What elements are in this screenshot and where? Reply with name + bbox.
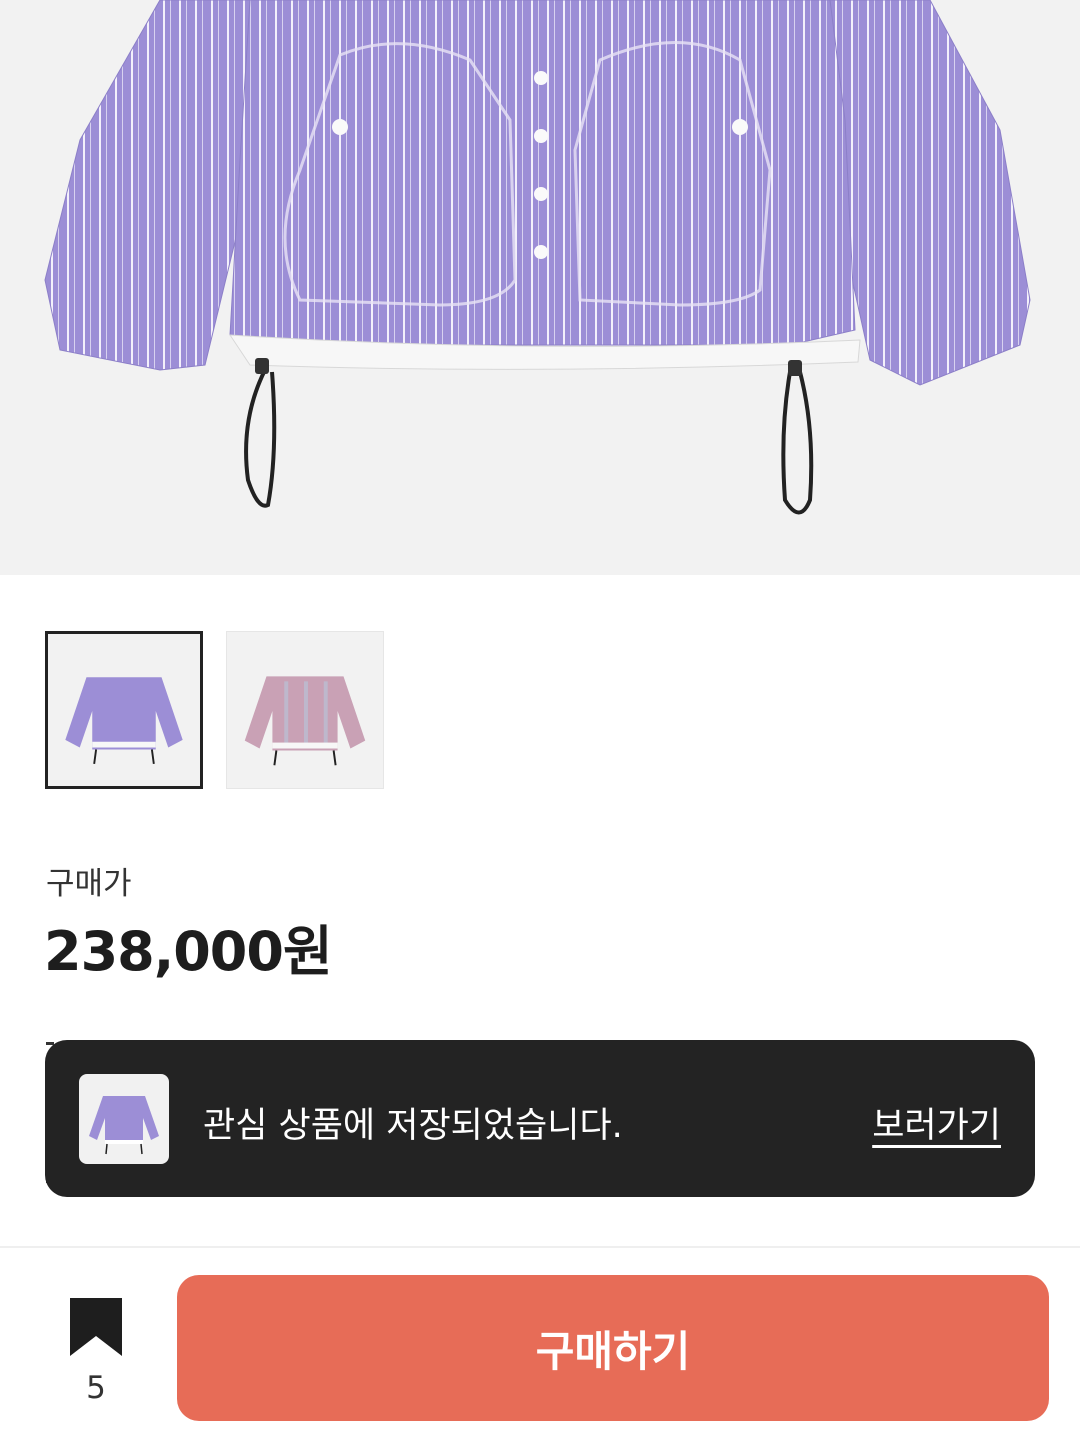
- view-wishlist-link[interactable]: 보러가기: [872, 1097, 1001, 1148]
- price-label: 구매가: [46, 866, 132, 902]
- jacket-illustration: [44, 0, 1031, 515]
- bookmark-count: 5: [86, 1370, 106, 1406]
- thumbnail-pink[interactable]: [226, 631, 384, 789]
- bottom-bar-divider: [0, 1246, 1080, 1248]
- thumbnail-lavender[interactable]: [45, 631, 203, 789]
- saved-toast: 관심 상품에 저장되었습니다. 보러가기: [45, 1040, 1035, 1197]
- toast-message: 관심 상품에 저장되었습니다.: [203, 1106, 623, 1146]
- buy-button[interactable]: 구매하기: [177, 1275, 1049, 1421]
- product-main-image[interactable]: [0, 0, 1080, 575]
- toast-product-thumbnail: [79, 1074, 169, 1164]
- bookmark-icon[interactable]: [70, 1298, 122, 1356]
- product-price: 238,000원: [44, 920, 333, 983]
